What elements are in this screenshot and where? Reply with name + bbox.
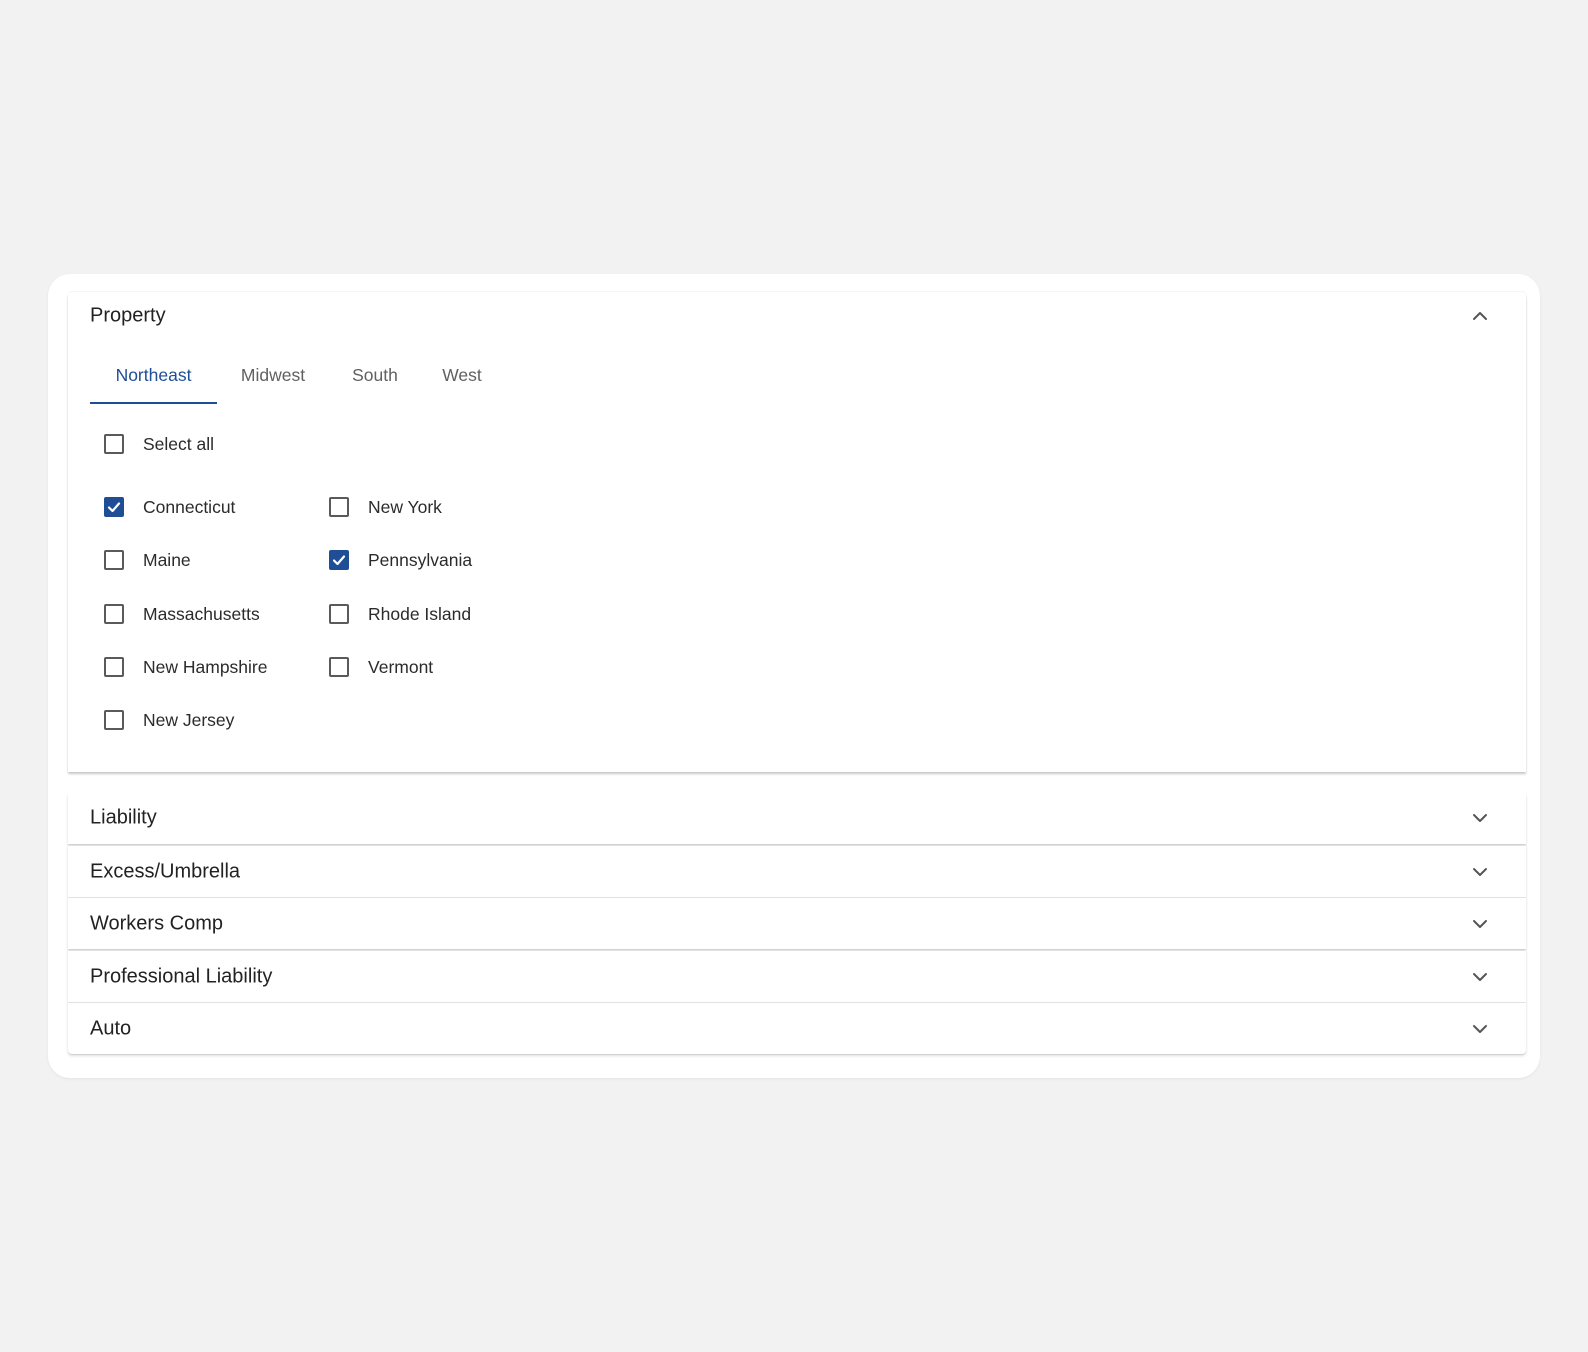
accordion-panel-auto: Auto: [68, 1002, 1526, 1054]
state-checkbox[interactable]: Maine: [90, 547, 290, 577]
accordion-title: Professional Liability: [90, 965, 273, 988]
chevron-down-icon[interactable]: [1470, 1019, 1490, 1039]
checkbox-box[interactable]: [104, 603, 124, 624]
checkbox-box[interactable]: [329, 550, 349, 571]
chevron-down-icon[interactable]: [1470, 862, 1490, 882]
state-checkbox[interactable]: Rhode Island: [315, 601, 515, 631]
accordion-header-workers-comp[interactable]: Workers Comp: [68, 898, 1526, 950]
accordion-header-property[interactable]: Property: [68, 292, 1526, 340]
checkbox-box[interactable]: [104, 656, 124, 677]
accordion-panel-liability: Liability: [68, 792, 1526, 844]
accordion-panel-workers-comp: Workers Comp: [68, 897, 1526, 949]
accordion-panel-professional-liability: Professional Liability: [68, 950, 1526, 1002]
state-checkbox[interactable]: Massachusetts: [90, 601, 290, 631]
tab-midwest[interactable]: Midwest: [229, 352, 317, 406]
state-checkbox[interactable]: New Jersey: [90, 707, 290, 737]
checkbox-label: New Hampshire: [143, 656, 268, 677]
tab-south[interactable]: South: [340, 352, 410, 406]
checkbox-box[interactable]: [104, 710, 124, 730]
active-tab-indicator: [90, 402, 217, 404]
state-checkbox[interactable]: Vermont: [315, 654, 515, 684]
state-checkbox[interactable]: New Hampshire: [90, 654, 290, 684]
chevron-up-icon[interactable]: [1470, 306, 1490, 326]
checkbox-label: Pennsylvania: [368, 550, 473, 571]
checkbox-box[interactable]: [329, 656, 349, 677]
checkbox-label: Maine: [143, 550, 191, 571]
checkbox-label: Massachusetts: [143, 603, 260, 624]
checkbox-box[interactable]: [329, 603, 349, 624]
checkbox-label: Rhode Island: [368, 603, 472, 624]
checkbox-box[interactable]: [104, 497, 124, 517]
checkbox-label: New Jersey: [143, 710, 235, 730]
state-checkbox[interactable]: Pennsylvania: [315, 547, 515, 577]
state-checkbox[interactable]: Connecticut: [90, 494, 290, 524]
checkbox-label: Select all: [143, 434, 215, 454]
accordion-title: Workers Comp: [90, 912, 223, 935]
accordion-header-auto[interactable]: Auto: [68, 1003, 1526, 1055]
chevron-down-icon[interactable]: [1470, 914, 1490, 934]
state-checkbox[interactable]: New York: [315, 494, 515, 524]
accordion-title: Liability: [90, 806, 157, 829]
accordion-panel-excess-umbrella: Excess/Umbrella: [68, 845, 1526, 897]
tab-northeast[interactable]: Northeast: [90, 352, 217, 406]
accordion-header-professional-liability[interactable]: Professional Liability: [68, 951, 1526, 1003]
accordion-header-excess-umbrella[interactable]: Excess/Umbrella: [68, 846, 1526, 898]
checkbox-box[interactable]: [329, 497, 349, 517]
checkbox-box[interactable]: [104, 550, 124, 571]
accordion-title: Property: [90, 304, 166, 327]
accordion-panel-property: Property Northeast Midwest South West Se…: [68, 292, 1526, 772]
accordion-title: Excess/Umbrella: [90, 860, 241, 883]
select-all-checkbox[interactable]: Select all: [90, 431, 270, 461]
chevron-down-icon[interactable]: [1470, 967, 1490, 987]
accordion-title: Auto: [90, 1017, 132, 1040]
checkbox-box[interactable]: [104, 434, 124, 454]
checkbox-label: New York: [368, 497, 442, 517]
chevron-down-icon[interactable]: [1470, 808, 1490, 828]
checkbox-label: Vermont: [368, 656, 434, 677]
checkbox-label: Connecticut: [143, 497, 236, 517]
tab-west[interactable]: West: [432, 352, 492, 406]
accordion-header-liability[interactable]: Liability: [68, 792, 1526, 844]
